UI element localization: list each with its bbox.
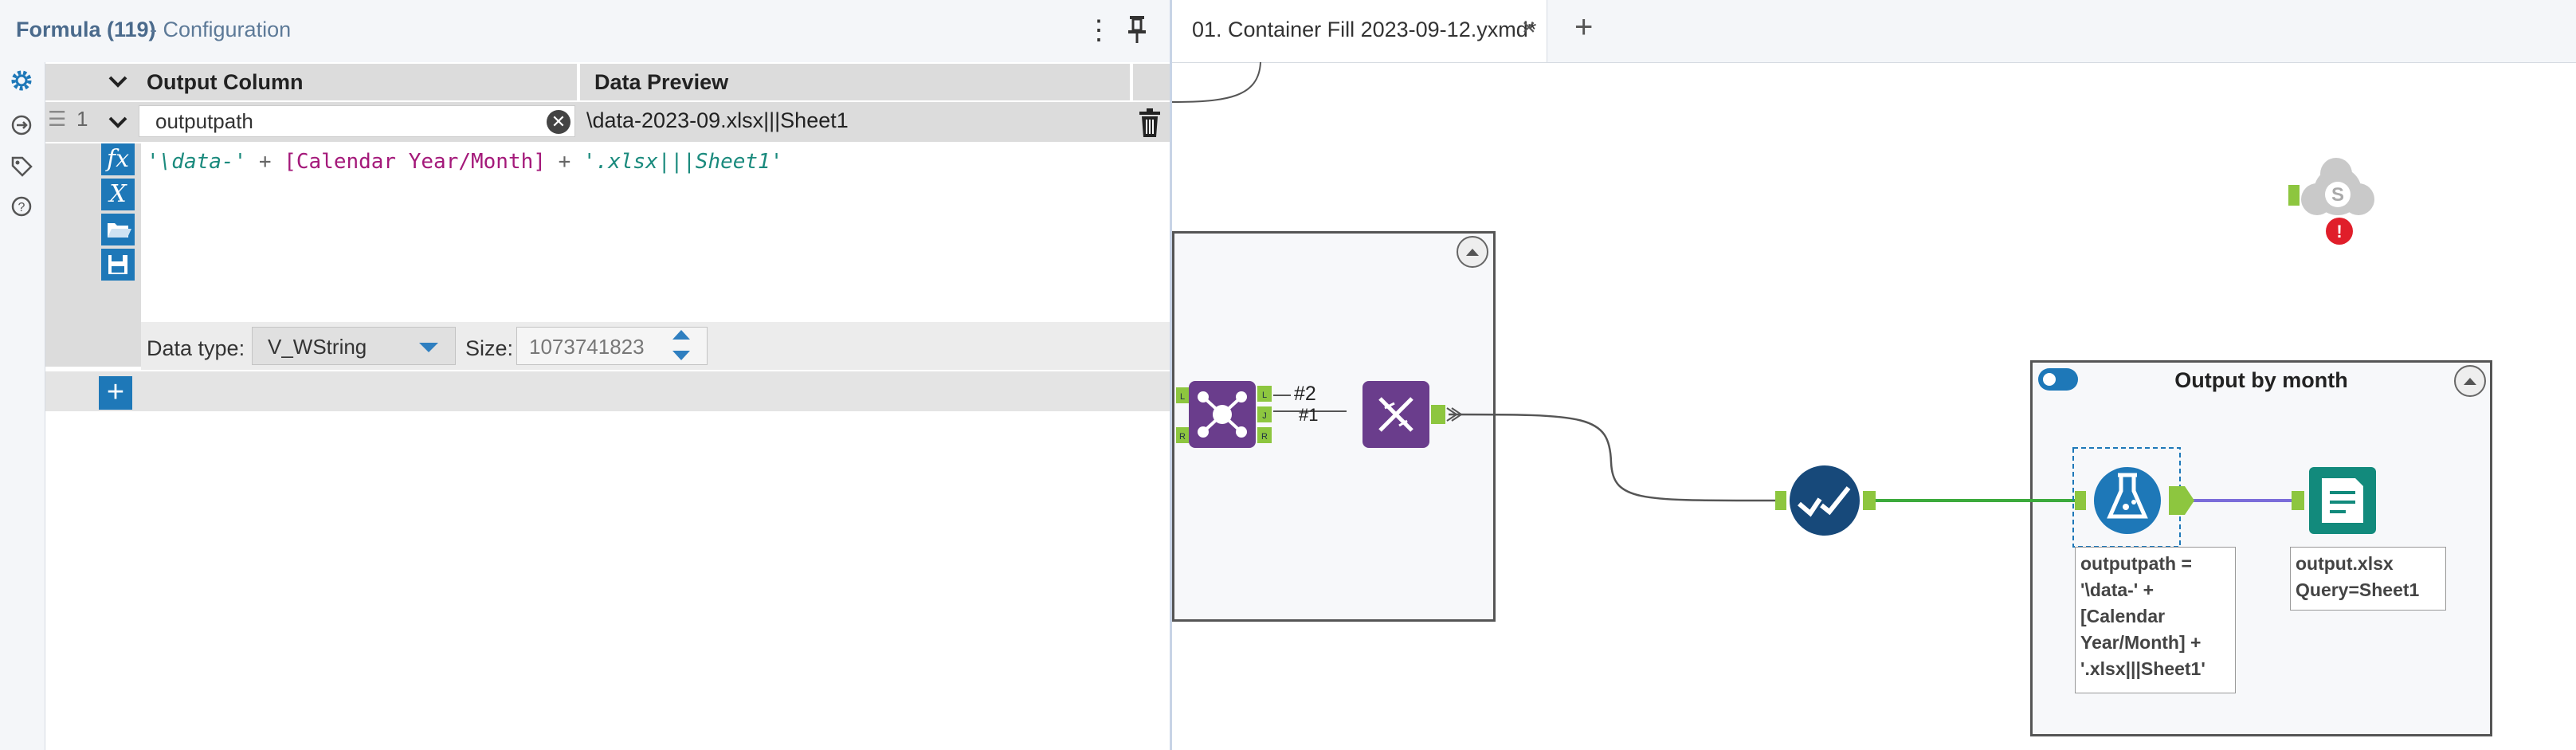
input-anchor[interactable] bbox=[2075, 491, 2086, 510]
output-annotation: output.xlsx Query=Sheet1 bbox=[2290, 547, 2446, 611]
connection-wire bbox=[1171, 61, 1261, 103]
output-anchor[interactable] bbox=[1863, 491, 1876, 510]
anchor-letter: J bbox=[1262, 411, 1267, 421]
cloud-input-tool[interactable]: S bbox=[2301, 158, 2374, 215]
anchor-letter: L bbox=[1262, 391, 1267, 400]
output-data-tool[interactable] bbox=[2309, 467, 2376, 534]
connection-wire bbox=[1448, 413, 1776, 502]
join-connection-label: #1 bbox=[1299, 405, 1319, 425]
input-anchor[interactable] bbox=[2288, 185, 2300, 206]
output-anchor[interactable] bbox=[2169, 486, 2185, 515]
join-tool[interactable] bbox=[1189, 381, 1256, 448]
formula-tool[interactable] bbox=[2094, 467, 2161, 534]
anchor-letter: R bbox=[1261, 432, 1268, 442]
svg-text:S: S bbox=[2331, 184, 2344, 206]
join-connection-label: #2 bbox=[1294, 383, 1316, 405]
svg-text:!: ! bbox=[2336, 222, 2342, 241]
check-tool[interactable] bbox=[1790, 465, 1860, 536]
input-anchor[interactable] bbox=[2292, 491, 2304, 510]
dna-tool[interactable] bbox=[1362, 381, 1429, 448]
input-anchor[interactable] bbox=[1775, 491, 1786, 510]
output-anchor[interactable] bbox=[1431, 405, 1445, 424]
formula-annotation: outputpath = '\data-' + [Calendar Year/M… bbox=[2075, 547, 2236, 693]
anchor-letter: R bbox=[1179, 432, 1186, 442]
anchor-letter: L bbox=[1180, 392, 1185, 402]
